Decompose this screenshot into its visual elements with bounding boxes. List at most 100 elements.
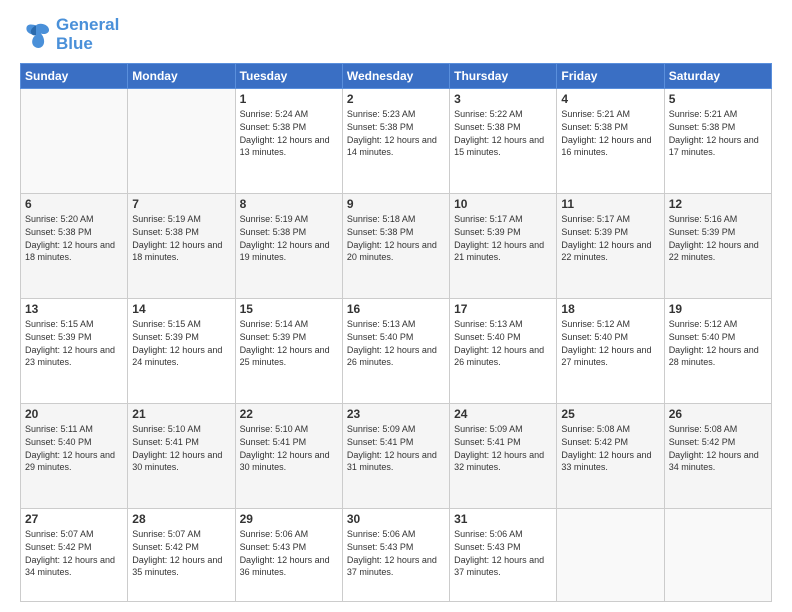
day-number: 4	[561, 92, 659, 106]
calendar-cell	[128, 89, 235, 194]
calendar-cell: 18Sunrise: 5:12 AMSunset: 5:40 PMDayligh…	[557, 299, 664, 404]
week-row-4: 20Sunrise: 5:11 AMSunset: 5:40 PMDayligh…	[21, 404, 772, 509]
day-number: 12	[669, 197, 767, 211]
logo: General Blue	[20, 16, 119, 53]
day-info: Sunrise: 5:12 AMSunset: 5:40 PMDaylight:…	[669, 318, 767, 368]
day-number: 19	[669, 302, 767, 316]
day-info: Sunrise: 5:23 AMSunset: 5:38 PMDaylight:…	[347, 108, 445, 158]
day-info: Sunrise: 5:18 AMSunset: 5:38 PMDaylight:…	[347, 213, 445, 263]
day-number: 16	[347, 302, 445, 316]
day-info: Sunrise: 5:22 AMSunset: 5:38 PMDaylight:…	[454, 108, 552, 158]
calendar-cell: 4 Sunrise: 5:21 AMSunset: 5:38 PMDaylight…	[557, 89, 664, 194]
calendar-cell: 29 Sunrise: 5:06 AMSunset: 5:43 PMDayligh…	[235, 509, 342, 602]
day-info: Sunrise: 5:24 AMSunset: 5:38 PMDaylight:…	[240, 108, 338, 158]
calendar-cell: 16 Sunrise: 5:13 AMSunset: 5:40 PMDayligh…	[342, 299, 449, 404]
day-info: Sunrise: 5:13 AMSunset: 5:40 PMDaylight:…	[454, 318, 552, 368]
day-info: Sunrise: 5:19 AMSunset: 5:38 PMDaylight:…	[132, 213, 230, 263]
day-info: Sunrise: 5:17 AMSunset: 5:39 PMDaylight:…	[561, 213, 659, 263]
day-number: 13	[25, 302, 123, 316]
day-number: 24	[454, 407, 552, 421]
day-info: Sunrise: 5:16 AMSunset: 5:39 PMDaylight:…	[669, 213, 767, 263]
day-info: Sunrise: 5:06 AMSunset: 5:43 PMDaylight:…	[347, 528, 445, 578]
weekday-header-wednesday: Wednesday	[342, 64, 449, 89]
day-info: Sunrise: 5:08 AMSunset: 5:42 PMDaylight:…	[561, 423, 659, 473]
calendar-cell	[21, 89, 128, 194]
day-number: 26	[669, 407, 767, 421]
day-info: Sunrise: 5:09 AMSunset: 5:41 PMDaylight:…	[454, 423, 552, 473]
day-number: 14	[132, 302, 230, 316]
day-number: 10	[454, 197, 552, 211]
calendar-cell: 17 Sunrise: 5:13 AMSunset: 5:40 PMDayligh…	[450, 299, 557, 404]
calendar-page: General Blue SundayMondayTuesdayWednesda…	[0, 0, 792, 612]
day-number: 8	[240, 197, 338, 211]
calendar-cell: 25 Sunrise: 5:08 AMSunset: 5:42 PMDayligh…	[557, 404, 664, 509]
day-number: 30	[347, 512, 445, 526]
logo-text: General Blue	[56, 16, 119, 53]
day-info: Sunrise: 5:12 AMSunset: 5:40 PMDaylight:…	[561, 318, 659, 368]
calendar-cell: 28 Sunrise: 5:07 AMSunset: 5:42 PMDayligh…	[128, 509, 235, 602]
day-info: Sunrise: 5:10 AMSunset: 5:41 PMDaylight:…	[240, 423, 338, 473]
calendar-cell: 10Sunrise: 5:17 AMSunset: 5:39 PMDayligh…	[450, 194, 557, 299]
calendar-cell: 13Sunrise: 5:15 AMSunset: 5:39 PMDayligh…	[21, 299, 128, 404]
day-number: 29	[240, 512, 338, 526]
day-number: 21	[132, 407, 230, 421]
day-number: 23	[347, 407, 445, 421]
week-row-5: 27 Sunrise: 5:07 AMSunset: 5:42 PMDayligh…	[21, 509, 772, 602]
day-info: Sunrise: 5:15 AMSunset: 5:39 PMDaylight:…	[132, 318, 230, 368]
day-number: 7	[132, 197, 230, 211]
weekday-header-tuesday: Tuesday	[235, 64, 342, 89]
day-number: 17	[454, 302, 552, 316]
day-info: Sunrise: 5:19 AMSunset: 5:38 PMDaylight:…	[240, 213, 338, 263]
calendar-cell: 3Sunrise: 5:22 AMSunset: 5:38 PMDaylight…	[450, 89, 557, 194]
day-number: 28	[132, 512, 230, 526]
calendar-cell	[557, 509, 664, 602]
calendar-cell: 19 Sunrise: 5:12 AMSunset: 5:40 PMDayligh…	[664, 299, 771, 404]
day-info: Sunrise: 5:06 AMSunset: 5:43 PMDaylight:…	[454, 528, 552, 578]
day-number: 27	[25, 512, 123, 526]
day-number: 11	[561, 197, 659, 211]
day-info: Sunrise: 5:08 AMSunset: 5:42 PMDaylight:…	[669, 423, 767, 473]
calendar-cell: 30 Sunrise: 5:06 AMSunset: 5:43 PMDayligh…	[342, 509, 449, 602]
day-info: Sunrise: 5:21 AMSunset: 5:38 PMDaylight:…	[669, 108, 767, 158]
week-row-1: 1 Sunrise: 5:24 AMSunset: 5:38 PMDaylight…	[21, 89, 772, 194]
calendar-cell: 1 Sunrise: 5:24 AMSunset: 5:38 PMDaylight…	[235, 89, 342, 194]
calendar-cell: 21 Sunrise: 5:10 AMSunset: 5:41 PMDayligh…	[128, 404, 235, 509]
day-number: 31	[454, 512, 552, 526]
calendar-cell: 11 Sunrise: 5:17 AMSunset: 5:39 PMDayligh…	[557, 194, 664, 299]
calendar-cell: 5 Sunrise: 5:21 AMSunset: 5:38 PMDaylight…	[664, 89, 771, 194]
calendar-cell: 12 Sunrise: 5:16 AMSunset: 5:39 PMDayligh…	[664, 194, 771, 299]
day-info: Sunrise: 5:06 AMSunset: 5:43 PMDaylight:…	[240, 528, 338, 578]
day-info: Sunrise: 5:10 AMSunset: 5:41 PMDaylight:…	[132, 423, 230, 473]
calendar-cell: 24 Sunrise: 5:09 AMSunset: 5:41 PMDayligh…	[450, 404, 557, 509]
calendar-cell: 6Sunrise: 5:20 AMSunset: 5:38 PMDaylight…	[21, 194, 128, 299]
weekday-header-monday: Monday	[128, 64, 235, 89]
calendar-cell	[664, 509, 771, 602]
day-info: Sunrise: 5:07 AMSunset: 5:42 PMDaylight:…	[132, 528, 230, 578]
calendar-cell: 14 Sunrise: 5:15 AMSunset: 5:39 PMDayligh…	[128, 299, 235, 404]
week-row-3: 13 Sunrise: 5:15 AMSunset: 5:39 PMDayligh…	[21, 299, 772, 404]
weekday-header-row: SundayMondayTuesdayWednesdayThursdayFrid…	[21, 64, 772, 89]
day-number: 15	[240, 302, 338, 316]
calendar-cell: 9Sunrise: 5:18 AMSunset: 5:38 PMDaylight…	[342, 194, 449, 299]
day-number: 25	[561, 407, 659, 421]
day-number: 1	[240, 92, 338, 106]
calendar-cell: 8 Sunrise: 5:19 AMSunset: 5:38 PMDaylight…	[235, 194, 342, 299]
day-info: Sunrise: 5:13 AMSunset: 5:40 PMDaylight:…	[347, 318, 445, 368]
calendar-cell: 15 Sunrise: 5:14 AMSunset: 5:39 PMDayligh…	[235, 299, 342, 404]
weekday-header-sunday: Sunday	[21, 64, 128, 89]
logo-icon	[20, 19, 52, 51]
day-number: 22	[240, 407, 338, 421]
calendar-table: SundayMondayTuesdayWednesdayThursdayFrid…	[20, 63, 772, 602]
day-info: Sunrise: 5:07 AMSunset: 5:42 PMDaylight:…	[25, 528, 123, 578]
calendar-cell: 31 Sunrise: 5:06 AMSunset: 5:43 PMDayligh…	[450, 509, 557, 602]
week-row-2: 6Sunrise: 5:20 AMSunset: 5:38 PMDaylight…	[21, 194, 772, 299]
day-info: Sunrise: 5:14 AMSunset: 5:39 PMDaylight:…	[240, 318, 338, 368]
day-info: Sunrise: 5:20 AMSunset: 5:38 PMDaylight:…	[25, 213, 123, 263]
calendar-cell: 26 Sunrise: 5:08 AMSunset: 5:42 PMDayligh…	[664, 404, 771, 509]
weekday-header-saturday: Saturday	[664, 64, 771, 89]
header: General Blue	[20, 16, 772, 53]
day-info: Sunrise: 5:11 AMSunset: 5:40 PMDaylight:…	[25, 423, 123, 473]
day-number: 5	[669, 92, 767, 106]
day-info: Sunrise: 5:21 AMSunset: 5:38 PMDaylight:…	[561, 108, 659, 158]
weekday-header-friday: Friday	[557, 64, 664, 89]
